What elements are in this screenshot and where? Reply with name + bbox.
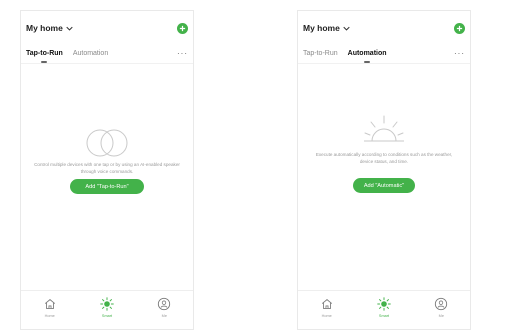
add-tap-to-run-button[interactable]: Add "Tap-to-Run"	[70, 179, 144, 194]
nav-me-label: Me	[161, 314, 167, 318]
add-automatic-button[interactable]: Add "Automatic"	[353, 178, 415, 193]
add-button[interactable]	[177, 22, 188, 34]
nav-me[interactable]: Me	[136, 291, 193, 329]
nav-me[interactable]: Me	[413, 291, 470, 329]
home-title: My home	[26, 23, 63, 33]
tab-automation[interactable]: Automation	[348, 50, 387, 57]
more-button[interactable]: ···	[177, 49, 188, 58]
nav-me-label: Me	[438, 314, 444, 318]
tab-automation[interactable]: Automation	[73, 50, 108, 57]
nav-home-label: Home	[321, 314, 332, 318]
plus-icon	[456, 25, 463, 31]
plus-icon	[179, 25, 186, 31]
home-icon	[44, 299, 55, 309]
home-title: My home	[303, 23, 340, 33]
nav-smart-label: Smart	[101, 314, 113, 318]
bottom-navigation: Home Smart Me	[21, 290, 193, 329]
tab-tap-to-run[interactable]: Tap-to-Run	[303, 50, 338, 57]
two-circles-icon	[86, 129, 128, 157]
profile-icon	[435, 297, 448, 311]
nav-home[interactable]: Home	[21, 291, 78, 329]
tabs-divider	[298, 63, 470, 64]
tab-tap-to-run[interactable]: Tap-to-Run	[26, 50, 63, 57]
empty-state-text: Control multiple devices with one tap or…	[34, 162, 180, 174]
header: My home	[26, 21, 188, 35]
add-button[interactable]	[454, 22, 465, 34]
empty-state-text: Execute automatically according to condi…	[315, 152, 453, 164]
nav-home[interactable]: Home	[298, 291, 355, 329]
phone-screen-automation: My home Tap-to-Run Automation ··· Execut…	[297, 10, 471, 330]
chevron-down-icon	[343, 26, 350, 31]
bottom-navigation: Home Smart Me	[298, 290, 470, 329]
scene-tabs: Tap-to-Run Automation ···	[303, 46, 465, 60]
home-selector[interactable]: My home	[26, 23, 73, 33]
scene-tabs: Tap-to-Run Automation ···	[26, 46, 188, 60]
profile-icon	[158, 297, 171, 311]
nav-smart[interactable]: Smart	[355, 291, 412, 329]
home-selector[interactable]: My home	[303, 23, 350, 33]
nav-home-label: Home	[44, 314, 55, 318]
home-icon	[321, 299, 332, 309]
chevron-down-icon	[66, 26, 73, 31]
tabs-divider	[21, 63, 193, 64]
phone-screen-tap-to-run: My home Tap-to-Run Automation ··· Contro…	[20, 10, 194, 330]
sun-icon	[377, 297, 391, 311]
nav-smart[interactable]: Smart	[78, 291, 135, 329]
sunrise-icon	[364, 115, 404, 142]
more-button[interactable]: ···	[454, 49, 465, 58]
header: My home	[303, 21, 465, 35]
nav-smart-label: Smart	[378, 314, 390, 318]
sun-icon	[100, 297, 114, 311]
